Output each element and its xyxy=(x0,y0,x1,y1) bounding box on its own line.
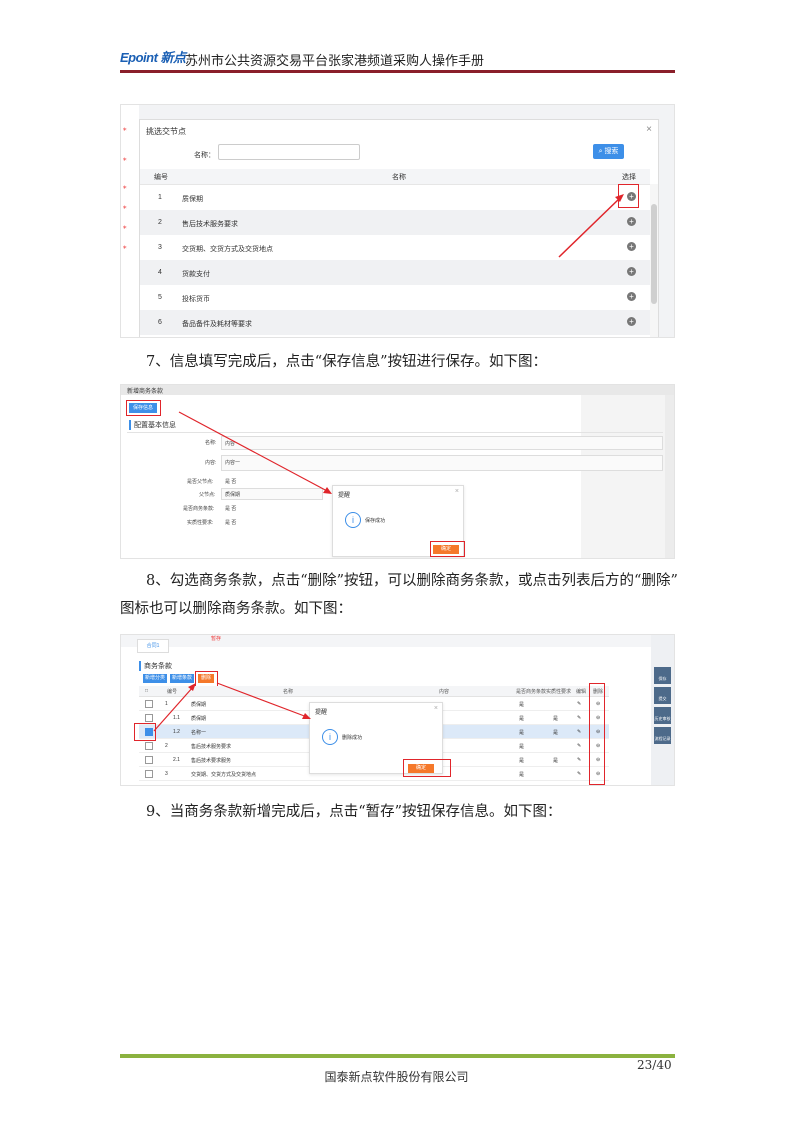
edit-icon[interactable]: ✎ xyxy=(577,715,581,721)
window-titlebar: 新增商务条款 xyxy=(121,385,674,395)
edit-icon[interactable]: ✎ xyxy=(577,771,581,777)
add-category-button[interactable]: 新增分类 xyxy=(143,674,167,683)
row-checkbox[interactable] xyxy=(145,756,153,764)
dialog-title: 提醒 xyxy=(315,710,328,716)
name-label: 名称： xyxy=(194,152,215,159)
info-icon: i xyxy=(322,729,338,745)
close-icon[interactable]: × xyxy=(455,488,459,495)
radio-group[interactable]: 是 否 xyxy=(225,478,236,485)
field-label: 是否商务条款: xyxy=(183,506,215,512)
save-side-button[interactable]: 保存 xyxy=(654,667,671,684)
add-icon[interactable]: + xyxy=(627,217,636,226)
table-row: 3 交货期、交货方式及交货地点 + xyxy=(140,235,650,260)
add-icon[interactable]: + xyxy=(627,317,636,326)
col-select: 选择 xyxy=(622,174,636,181)
step-8-text-line1: 8、勾选商务条款，点击“删除”按钮，可以删除商务条款，或点击列表后方的“删除” xyxy=(146,573,678,589)
parent-node-field[interactable]: 质保期 xyxy=(221,488,323,500)
footer-company: 国泰新点软件股份有限公司 xyxy=(324,1070,469,1084)
highlight-box xyxy=(618,184,639,208)
temp-save-tag: 暂存 xyxy=(211,636,222,642)
field-label: 父节点: xyxy=(199,492,216,498)
info-icon: i xyxy=(345,512,361,528)
row-checkbox[interactable] xyxy=(145,714,153,722)
dialog-message: 保存成功 xyxy=(365,518,386,524)
edit-icon[interactable]: ✎ xyxy=(577,729,581,735)
add-icon[interactable]: + xyxy=(627,267,636,276)
highlight-box xyxy=(195,671,218,687)
screenshot-save-info: 新增商务条款 保存信息 配置基本信息 名称: 内容 内容: 内容一 是否父节点:… xyxy=(120,384,675,559)
close-icon[interactable]: × xyxy=(434,705,438,712)
content-field[interactable]: 内容一 xyxy=(221,455,663,471)
table-header: 编号 名称 选择 xyxy=(140,169,650,185)
right-panel xyxy=(581,395,674,558)
table-row: 5 投标货币 + xyxy=(140,285,650,310)
highlight-box xyxy=(430,541,465,557)
highlight-box xyxy=(589,683,605,785)
table-header: □ 编号 名称 内容 是否商务条款 实质性要求 编辑 删除 xyxy=(139,686,609,697)
step-8-text-line2: 图标也可以删除商务条款。如下图： xyxy=(120,601,352,617)
dialog-message: 删除成功 xyxy=(342,735,363,741)
row-checkbox[interactable] xyxy=(145,742,153,750)
dialog-title: 挑选交节点 xyxy=(146,127,186,136)
name-field[interactable]: 内容 xyxy=(221,436,663,450)
search-icon: ⌕ xyxy=(598,148,603,155)
screenshot-delete-clause: 合同1 暂存 商务条款 新增分类 新增条款 删除 □ 编号 名称 内容 是否商务… xyxy=(120,634,675,786)
field-label: 名称: xyxy=(205,440,217,446)
section-title: 配置基本信息 xyxy=(129,420,176,430)
row-checkbox[interactable] xyxy=(145,770,153,778)
table-row: 4 货款支付 + xyxy=(140,260,650,285)
document-title: 苏州市公共资源交易平台张家港频道采购人操作手册 xyxy=(185,54,485,69)
form-label-column: * * * * * * xyxy=(121,105,139,337)
footer-rule xyxy=(120,1054,675,1058)
right-toolbar: 保存 提交 历史审核 流程记录 xyxy=(651,635,674,785)
add-icon[interactable]: + xyxy=(627,292,636,301)
close-icon[interactable]: × xyxy=(646,124,652,135)
add-icon[interactable]: + xyxy=(627,242,636,251)
flow-side-button[interactable]: 流程记录 xyxy=(654,727,671,744)
table-row: 1 质保期 + xyxy=(140,185,650,210)
screenshot-select-node-dialog: * * * * * * 挑选交节点 × 名称： ⌕ 搜索 编号 名称 选择 1质… xyxy=(120,104,675,338)
header-rule xyxy=(120,70,675,73)
field-label: 内容: xyxy=(205,460,217,466)
edit-icon[interactable]: ✎ xyxy=(577,743,581,749)
submit-side-button[interactable]: 提交 xyxy=(654,687,671,704)
search-button[interactable]: ⌕ 搜索 xyxy=(593,144,624,159)
edit-icon[interactable]: ✎ xyxy=(577,701,581,707)
table-row: 2 售后技术服务要求 + xyxy=(140,210,650,235)
step-7-text: 7、信息填写完成后，点击“保存信息”按钮进行保存。如下图： xyxy=(146,354,548,370)
radio-group[interactable]: 是 否 xyxy=(225,519,236,526)
field-label: 是否父节点: xyxy=(187,479,214,485)
scrollbar[interactable] xyxy=(650,184,658,337)
add-clause-button[interactable]: 新增条款 xyxy=(170,674,194,683)
tab-contract[interactable]: 合同1 xyxy=(137,639,169,653)
table-row: 6 备品备件及耗材等要求 + xyxy=(140,310,650,335)
select-all-checkbox[interactable]: □ xyxy=(145,688,148,694)
company-logo: Epoint 新点 xyxy=(120,50,186,65)
edit-icon[interactable]: ✎ xyxy=(577,757,581,763)
scrollbar[interactable] xyxy=(665,395,674,558)
row-checkbox[interactable] xyxy=(145,700,153,708)
highlight-box xyxy=(403,759,451,777)
name-search-input[interactable] xyxy=(218,144,360,160)
highlight-box xyxy=(134,723,156,741)
step-9-text: 9、当商务条款新增完成后，点击“暂存”按钮保存信息。如下图： xyxy=(146,804,562,820)
col-name: 名称 xyxy=(392,174,406,181)
history-side-button[interactable]: 历史审核 xyxy=(654,707,671,724)
section-title: 商务条款 xyxy=(139,661,172,671)
field-label: 实质性要求: xyxy=(187,520,214,526)
highlight-box xyxy=(126,400,161,416)
col-num: 编号 xyxy=(154,174,168,181)
dialog-title: 提醒 xyxy=(338,493,351,499)
radio-group[interactable]: 是 否 xyxy=(225,505,236,512)
select-node-dialog: 挑选交节点 × 名称： ⌕ 搜索 编号 名称 选择 1 质保期 + 2 售后技术服务要… xyxy=(139,119,659,337)
